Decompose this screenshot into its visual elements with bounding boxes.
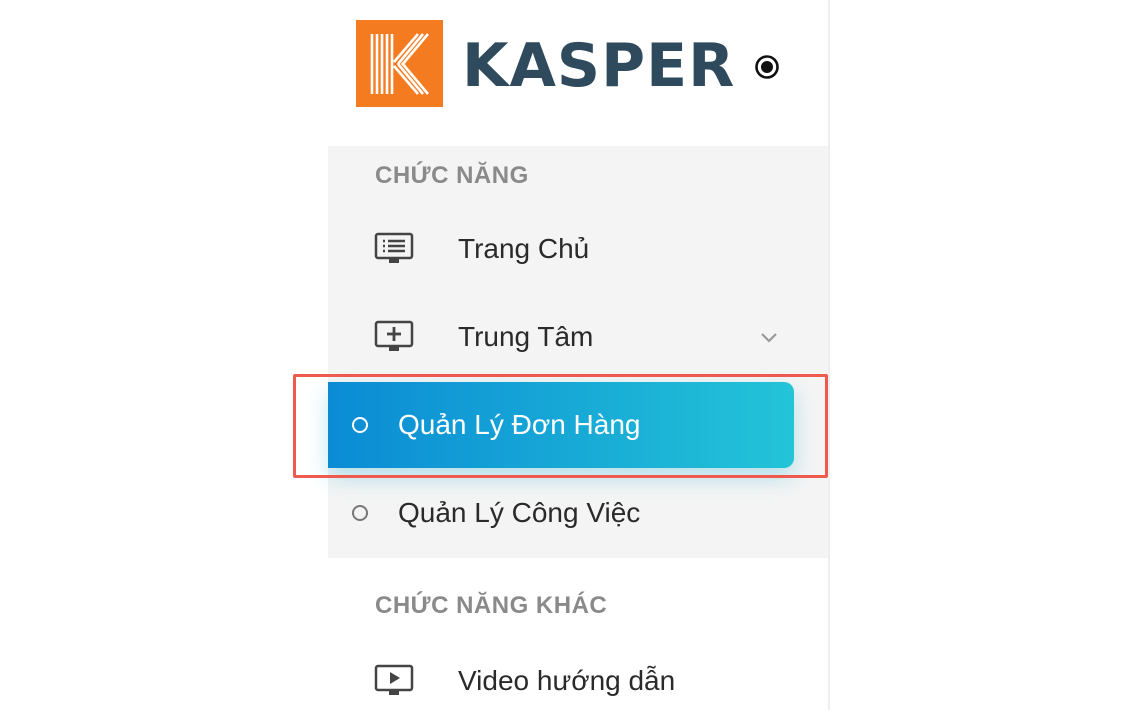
play-monitor-icon — [374, 664, 414, 698]
logo-area: KASPER — [328, 0, 828, 124]
add-monitor-icon — [374, 320, 414, 354]
submenu-item-task-management[interactable]: Quản Lý Công Việc — [328, 470, 794, 556]
radio-dot-icon[interactable] — [754, 54, 780, 80]
menu-item-center[interactable]: Trung Tâm — [328, 306, 798, 368]
submenu-item-order-management[interactable]: Quản Lý Đơn Hàng — [328, 382, 794, 468]
menu-item-video-guide[interactable]: Video hướng dẫn — [328, 650, 798, 712]
submenu-item-label: Quản Lý Công Việc — [398, 497, 641, 528]
section-title: CHỨC NĂNG KHÁC — [375, 592, 608, 619]
section-title: CHỨC NĂNG — [375, 162, 529, 189]
menu-item-label: Trung Tâm — [458, 321, 594, 352]
circle-icon — [352, 505, 368, 521]
kasper-logo-icon[interactable] — [356, 20, 443, 107]
menu-section-main: CHỨC NĂNG Trang Chủ Trung Tâm Quản Lý Đơ… — [328, 146, 828, 558]
sidebar: KASPER CHỨC NĂNG Trang Chủ Trung Tâm Quả… — [328, 0, 830, 710]
menu-item-label: Video hướng dẫn — [458, 665, 676, 696]
submenu-item-label: Quản Lý Đơn Hàng — [398, 409, 641, 440]
list-monitor-icon — [374, 232, 414, 266]
chevron-down-icon[interactable] — [758, 326, 780, 348]
sidebar-divider — [828, 0, 830, 710]
circle-icon — [352, 417, 368, 433]
brand-name: KASPER — [462, 31, 736, 101]
menu-item-home[interactable]: Trang Chủ — [328, 218, 798, 280]
menu-item-label: Trang Chủ — [458, 233, 590, 264]
